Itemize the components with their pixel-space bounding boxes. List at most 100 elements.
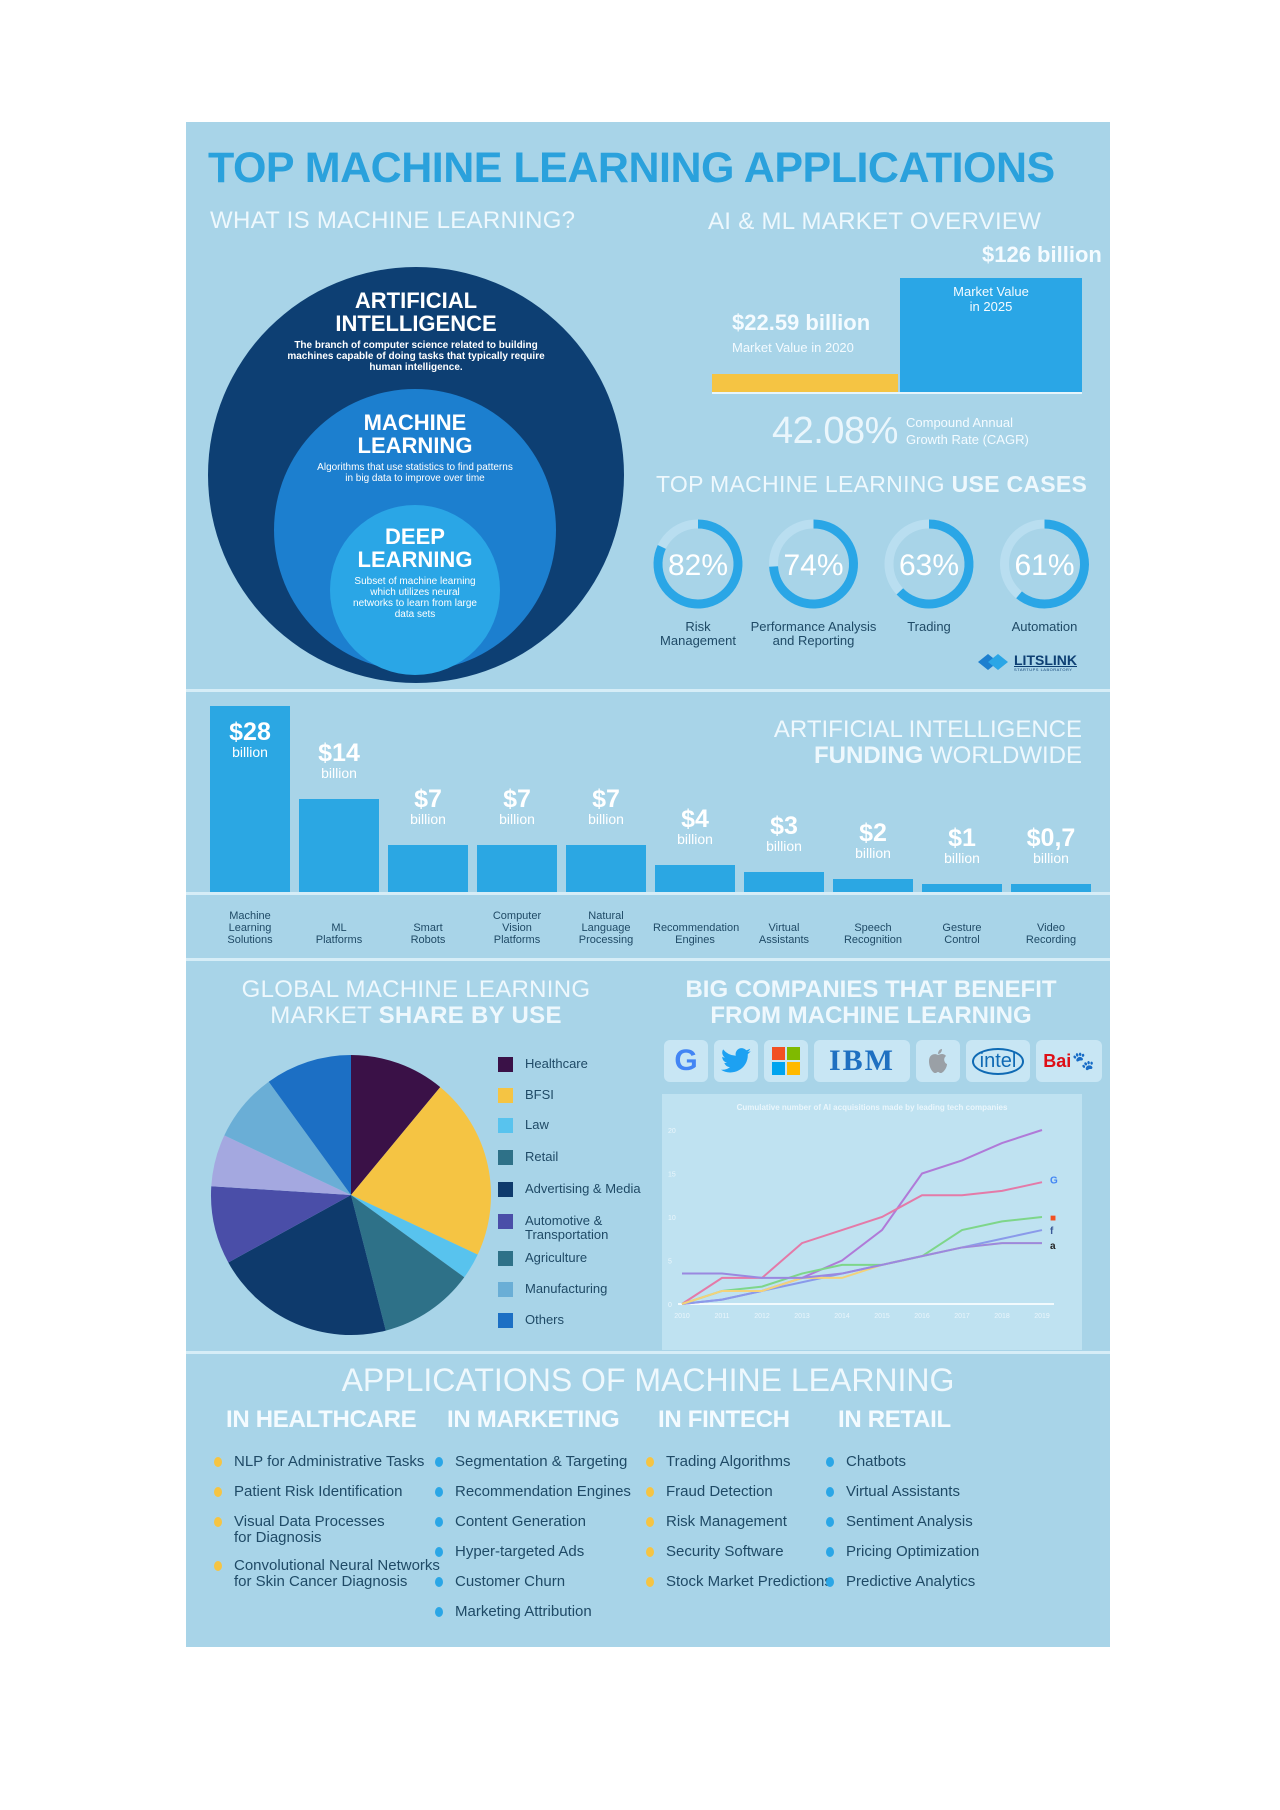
legend-label: Manufacturing xyxy=(525,1282,607,1296)
funding-category-line: Robots xyxy=(410,934,446,946)
applications-column-2: IN MARKETING Segmentation & Targeting Reco… xyxy=(433,1406,631,1634)
funding-bar xyxy=(566,845,646,892)
funding-category-line: Language xyxy=(581,922,631,934)
x-tick-label: 2013 xyxy=(794,1313,810,1320)
legend-item: Healthcare xyxy=(498,1057,588,1072)
donut-percent: 82% xyxy=(668,549,728,582)
donut-percent: 61% xyxy=(1014,549,1074,582)
applications-list-item: Virtual Assistants xyxy=(824,1484,979,1500)
series-line-intel xyxy=(682,1242,1042,1279)
market-heading: AI & ML MARKET OVERVIEW xyxy=(708,208,1042,235)
funding-category-line: Video xyxy=(1037,922,1065,934)
applications-list-item: Predictive Analytics xyxy=(824,1574,979,1590)
bullet-dot-icon xyxy=(435,1517,443,1527)
funding-bar-value: $7 billion xyxy=(477,785,557,828)
bullet-dot-icon xyxy=(826,1487,834,1497)
funding-value-text: $1 xyxy=(948,824,976,852)
applications-list-item: Risk Management xyxy=(644,1514,832,1530)
applications-list: Chatbots Virtual Assistants Sentiment Anal… xyxy=(824,1454,979,1590)
use-case-label-line2: and Reporting xyxy=(772,633,855,648)
applications-list-item: Recommendation Engines xyxy=(433,1484,631,1500)
x-tick-label: 2012 xyxy=(754,1313,770,1320)
funding-bar-value: $4 billion xyxy=(655,807,735,848)
legend-label: Healthcare xyxy=(525,1057,588,1071)
x-tick-label: 2015 xyxy=(874,1313,890,1320)
y-tick-label: 20 xyxy=(668,1128,676,1135)
applications-item-line: Pricing Optimization xyxy=(846,1543,980,1560)
applications-list-item: Sentiment Analysis xyxy=(824,1514,979,1530)
funding-unit: billion xyxy=(588,811,624,827)
funding-unit: billion xyxy=(1033,850,1069,866)
applications-column-4: IN RETAIL Chatbots Virtual Assistants Senti… xyxy=(824,1406,979,1604)
bullet-dot-icon xyxy=(646,1457,654,1467)
series-line-google xyxy=(681,1181,1043,1305)
applications-item-line: Predictive Analytics xyxy=(846,1573,976,1590)
cagr-value: 42.08% xyxy=(772,410,898,452)
legend-label-line: Agriculture xyxy=(525,1250,588,1265)
funding-title-bold: FUNDING xyxy=(814,742,924,769)
applications-list-item: Segmentation & Targeting xyxy=(433,1454,631,1470)
applications-item-line: for Skin Cancer Diagnosis xyxy=(234,1573,408,1590)
companies-title-line2: FROM MACHINE LEARNING xyxy=(710,1002,1032,1029)
funding-bar xyxy=(655,865,735,892)
legend-item: Others xyxy=(498,1313,564,1328)
legend-label: Advertising & Media xyxy=(525,1182,641,1196)
legend-label: Agriculture xyxy=(525,1251,587,1265)
funding-title-light: WORLDWIDE xyxy=(923,742,1082,769)
twitter-bird-icon xyxy=(721,1048,751,1073)
microsoft-icon: ■ xyxy=(1050,1213,1056,1224)
funding-category-line: Assistants xyxy=(758,934,810,946)
applications-column-heading: IN HEALTHCARE xyxy=(226,1406,417,1433)
page-title: TOP MACHINE LEARNING APPLICATIONS xyxy=(208,144,1055,192)
use-case-label-line1: Automation xyxy=(1011,619,1078,634)
litslink-tagline: STARTUPS LABORATORY xyxy=(1014,666,1073,672)
applications-list-item: Visual Data Processes for Diagnosis xyxy=(212,1514,440,1546)
x-tick-label: 2010 xyxy=(674,1313,690,1320)
funding-unit: billion xyxy=(944,850,980,866)
funding-category-line: Recording xyxy=(1025,934,1077,946)
what-is-ml-heading: WHAT IS MACHINE LEARNING? xyxy=(210,207,576,234)
legend-label-line: Transportation xyxy=(525,1227,609,1242)
legend-item: Retail xyxy=(498,1150,558,1165)
bullet-dot-icon xyxy=(826,1577,834,1587)
legend-label: Automotive & Transportation xyxy=(525,1214,608,1242)
funding-category-line: Solutions xyxy=(227,934,273,946)
funding-bar xyxy=(299,799,379,892)
pie-title-light: MARKET xyxy=(270,1002,379,1029)
ml-title: MACHINE LEARNING xyxy=(274,411,556,457)
acquisitions-line-chart: Cumulative number of AI acquisitions mad… xyxy=(668,1103,1058,1320)
legend-swatch xyxy=(498,1118,513,1133)
applications-item-line: Trading Algorithms xyxy=(666,1453,791,1470)
funding-bar-value: $7 billion xyxy=(566,787,646,828)
bullet-dot-icon xyxy=(435,1607,443,1617)
use-cases-heading-light: TOP MACHINE LEARNING xyxy=(656,471,952,497)
funding-category-line: ML xyxy=(331,922,347,934)
applications-list-item: Hyper-targeted Ads xyxy=(433,1544,631,1560)
applications-list-item: Content Generation xyxy=(433,1514,631,1530)
bullet-dot-icon xyxy=(646,1547,654,1557)
applications-list: Trading Algorithms Fraud Detection Risk Ma… xyxy=(644,1454,832,1590)
funding-unit: billion xyxy=(232,744,268,760)
legend-label-line: Healthcare xyxy=(525,1056,588,1071)
dl-description: Subset of machine learning which utilize… xyxy=(353,576,477,620)
applications-item-line: Content Generation xyxy=(455,1513,586,1530)
applications-list-item: NLP for Administrative Tasks xyxy=(212,1454,440,1470)
amazon-icon: a xyxy=(1050,1241,1056,1252)
funding-category-line: Vision xyxy=(502,922,532,934)
funding-bar xyxy=(477,845,557,892)
funding-bar-value: $2 billion xyxy=(833,821,913,862)
ibm-logo: IBM xyxy=(814,1040,910,1082)
funding-value-text: $14 xyxy=(318,739,360,767)
dl-title: DEEP LEARNING xyxy=(330,525,500,571)
bullet-dot-icon xyxy=(826,1517,834,1527)
funding-bar xyxy=(744,872,824,892)
google-logo: G xyxy=(664,1040,708,1082)
applications-item-line: Patient Risk Identification xyxy=(234,1483,403,1500)
funding-unit: billion xyxy=(677,831,713,847)
funding-value-text: $7 xyxy=(503,785,531,813)
bullet-dot-icon xyxy=(826,1547,834,1557)
legend-swatch xyxy=(498,1282,513,1297)
baidu-paw-icon: 🐾 xyxy=(1072,1050,1095,1071)
company-logos: G IBM intel Bai 🐾 xyxy=(664,1040,1102,1084)
applications-item-line: Convolutional Neural Networks xyxy=(234,1557,440,1574)
